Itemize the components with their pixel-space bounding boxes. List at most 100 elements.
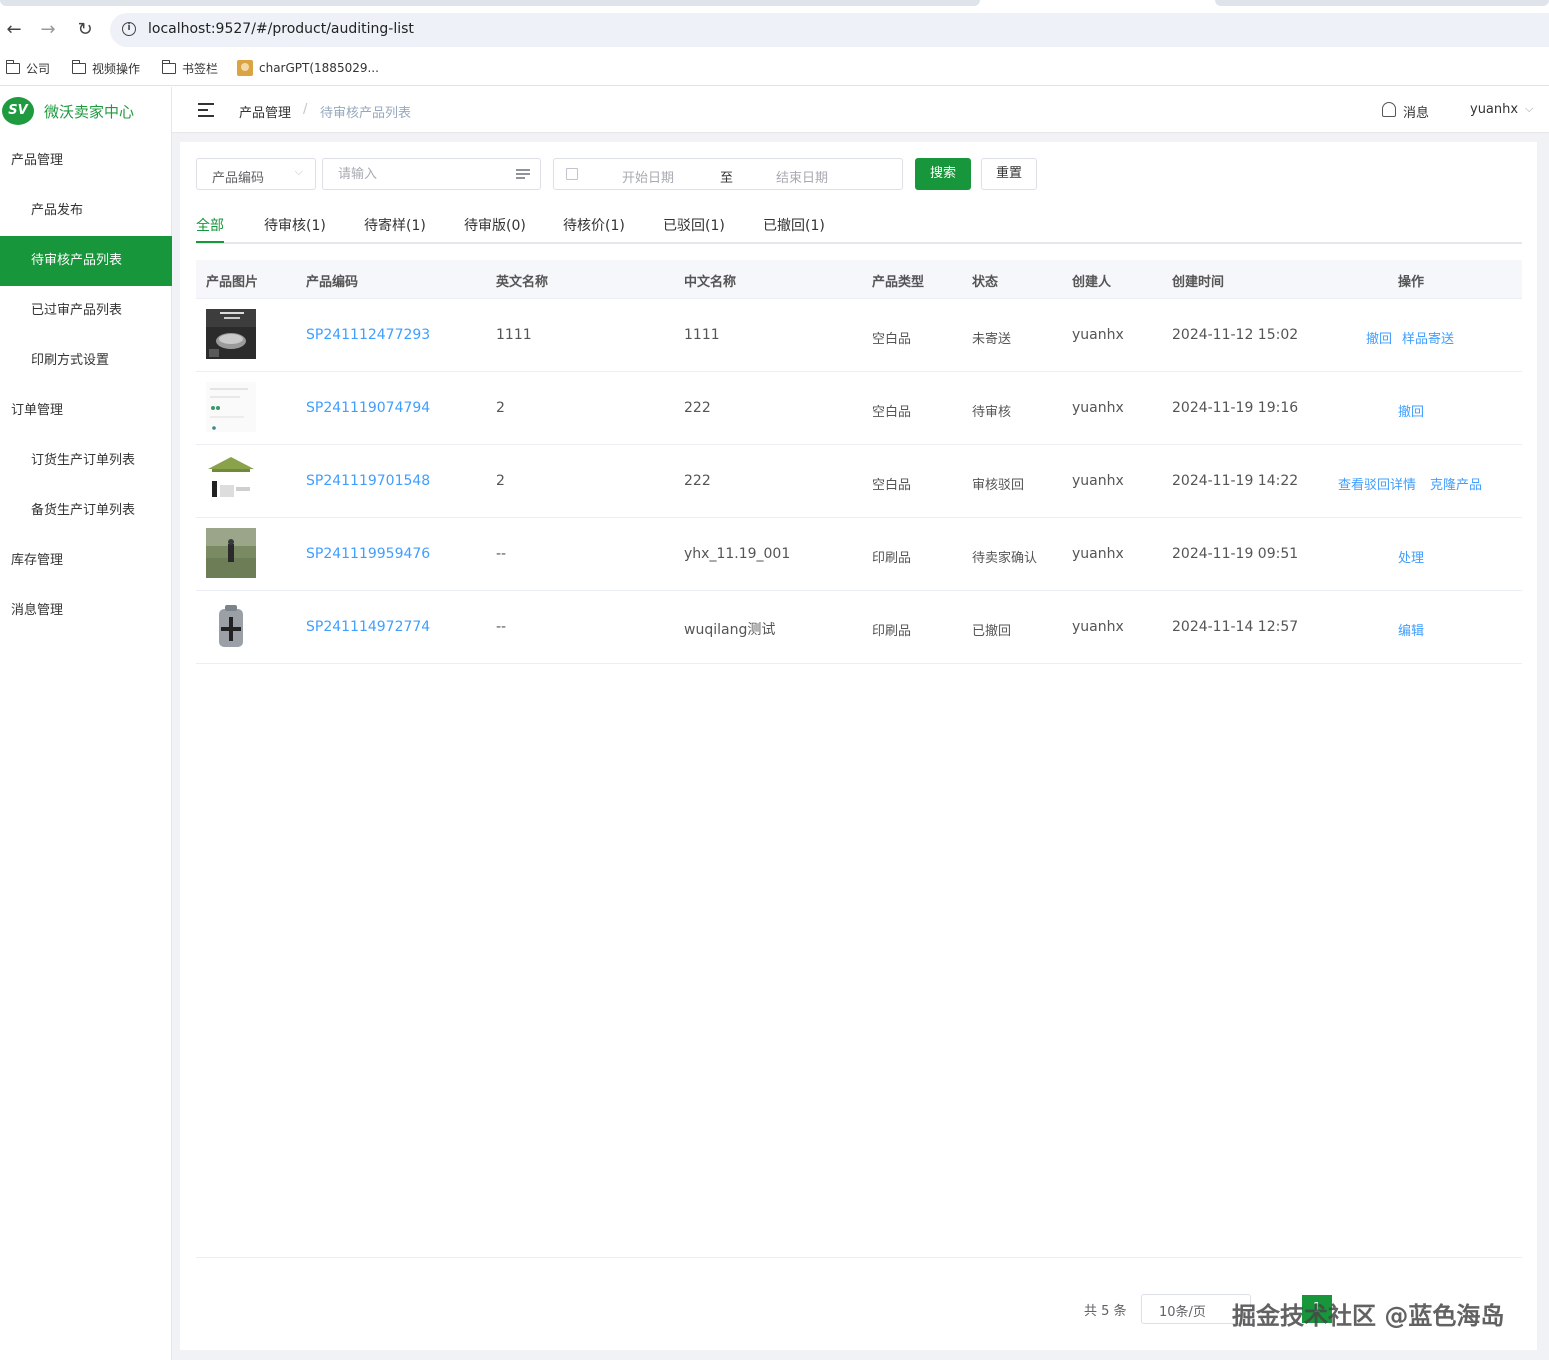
start-date-input[interactable]: 开始日期 xyxy=(622,167,674,186)
product-type: 印刷品 xyxy=(872,551,912,566)
product-code-link[interactable]: SP241119074794 xyxy=(306,400,430,416)
product-thumbnail[interactable] xyxy=(206,455,256,505)
tab-all[interactable]: 全部 xyxy=(196,215,224,235)
menu-item-product-publish[interactable]: 产品发布 xyxy=(0,186,172,236)
tab-withdrawn[interactable]: 已撤回(1) xyxy=(763,215,825,235)
bookmark-folder[interactable]: 公司 xyxy=(5,60,51,77)
logo[interactable]: SV 微沃卖家中心 xyxy=(0,87,172,133)
creator: yuanhx xyxy=(1072,400,1124,416)
date-range-picker[interactable]: 开始日期 至 结束日期 xyxy=(553,158,903,190)
menu-toggle-icon[interactable] xyxy=(198,103,214,117)
product-type: 空白品 xyxy=(872,405,912,420)
table-row: SP241119074794 2 222 空白品 待审核 yuanhx 2024… xyxy=(196,372,1522,445)
chinese-name: 1111 xyxy=(684,327,720,343)
table-header: 产品图片 产品编码 英文名称 中文名称 产品类型 状态 创建人 创建时间 操作 xyxy=(196,260,1522,299)
browser-tab[interactable] xyxy=(0,0,980,6)
reset-button[interactable]: 重置 xyxy=(981,158,1037,190)
column-header: 操作 xyxy=(1398,275,1425,290)
menu-item-pending-review[interactable]: 待审核产品列表 xyxy=(0,236,172,286)
status-text: 未寄送 xyxy=(972,332,1012,347)
process-link[interactable]: 处理 xyxy=(1398,547,1424,566)
english-name: 2 xyxy=(496,400,505,416)
created-time: 2024-11-19 19:16 xyxy=(1172,400,1299,416)
product-code-link[interactable]: SP241114972774 xyxy=(306,619,430,635)
bookmark-link[interactable]: charGPT(1885029... xyxy=(237,60,379,76)
top-navbar: 产品管理 / 待审核产品列表 消息 yuanhx ⌵ xyxy=(172,87,1549,133)
menu-item-print-settings[interactable]: 印刷方式设置 xyxy=(0,336,172,386)
menu-item-production-orders[interactable]: 订货生产订单列表 xyxy=(0,436,172,486)
keyword-input[interactable] xyxy=(323,159,513,189)
search-button[interactable]: 搜索 xyxy=(915,158,971,190)
bookmark-folder[interactable]: 书签栏 xyxy=(161,60,219,77)
tab-pending-sample[interactable]: 待寄样(1) xyxy=(364,215,426,235)
product-code-link[interactable]: SP241119701548 xyxy=(306,473,430,489)
logo-text: 微沃卖家中心 xyxy=(44,103,135,121)
send-sample-link[interactable]: 样品寄送 xyxy=(1402,328,1454,347)
chinese-name: wuqilang测试 xyxy=(684,622,776,638)
clone-product-link[interactable]: 克隆产品 xyxy=(1430,474,1482,493)
chinese-name: 222 xyxy=(684,473,711,489)
menu-group-messages[interactable]: 消息管理 xyxy=(0,586,172,636)
bookmark-label: 书签栏 xyxy=(182,62,219,76)
product-thumbnail[interactable] xyxy=(206,382,256,432)
sidebar: SV 微沃卖家中心 产品管理 产品发布 待审核产品列表 已过审产品列表 印刷方式… xyxy=(0,87,172,1360)
search-field-select[interactable]: 产品编码 ⌵ xyxy=(196,158,316,190)
end-date-input[interactable]: 结束日期 xyxy=(776,167,828,186)
chevron-down-icon[interactable]: ⌵ xyxy=(1525,102,1533,116)
product-thumbnail[interactable] xyxy=(206,528,256,578)
tab-pending-price[interactable]: 待核价(1) xyxy=(563,215,625,235)
address-bar[interactable]: i localhost:9527/#/product/auditing-list xyxy=(110,13,1549,47)
withdraw-link[interactable]: 撤回 xyxy=(1366,328,1392,347)
product-code-link[interactable]: SP241119959476 xyxy=(306,546,430,562)
edit-link[interactable]: 编辑 xyxy=(1398,620,1424,639)
created-time: 2024-11-19 09:51 xyxy=(1172,546,1299,562)
menu-group-orders[interactable]: 订单管理 xyxy=(0,386,172,436)
bell-icon[interactable] xyxy=(1382,102,1396,117)
user-menu[interactable]: yuanhx xyxy=(1470,102,1518,117)
bookmarks-bar: 公司 视频操作 书签栏 charGPT(1885029... xyxy=(0,52,1549,86)
product-type: 空白品 xyxy=(872,332,912,347)
pagination-total: 共 5 条 xyxy=(1084,1304,1127,1319)
product-thumbnail[interactable] xyxy=(206,601,256,651)
status-text: 已撤回 xyxy=(972,624,1012,639)
divider xyxy=(196,1257,1522,1258)
url-text[interactable]: localhost:9527/#/product/auditing-list xyxy=(148,21,414,37)
forward-icon[interactable]: → xyxy=(36,18,60,42)
product-thumbnail[interactable] xyxy=(206,309,256,359)
created-time: 2024-11-12 15:02 xyxy=(1172,327,1299,343)
logo-badge: SV xyxy=(2,97,34,125)
tab-pending-proof[interactable]: 待审版(0) xyxy=(464,215,526,235)
reload-icon[interactable]: ↻ xyxy=(73,18,97,42)
product-type: 印刷品 xyxy=(872,624,912,639)
site-info-icon[interactable]: i xyxy=(122,22,136,36)
menu-group-products[interactable]: 产品管理 xyxy=(0,136,172,186)
filter-lines-icon xyxy=(516,169,530,179)
tab-pending-review[interactable]: 待审核(1) xyxy=(264,215,326,235)
created-time: 2024-11-14 12:57 xyxy=(1172,619,1299,635)
breadcrumb-current: 待审核产品列表 xyxy=(320,106,412,121)
folder-icon xyxy=(161,60,176,74)
back-icon[interactable]: ← xyxy=(2,18,26,42)
browser-tab[interactable] xyxy=(1215,0,1549,6)
column-header: 产品图片 xyxy=(206,275,259,290)
breadcrumb-item[interactable]: 产品管理 xyxy=(239,102,291,121)
withdraw-link[interactable]: 撤回 xyxy=(1398,401,1424,420)
column-header: 中文名称 xyxy=(684,275,737,290)
menu-item-approved-products[interactable]: 已过审产品列表 xyxy=(0,286,172,336)
bookmark-folder[interactable]: 视频操作 xyxy=(71,60,141,77)
calendar-icon xyxy=(566,168,578,180)
tab-rejected[interactable]: 已驳回(1) xyxy=(663,215,725,235)
menu-group-inventory[interactable]: 库存管理 xyxy=(0,536,172,586)
english-name: 2 xyxy=(496,473,505,489)
view-rejection-link[interactable]: 查看驳回详情 xyxy=(1338,474,1416,493)
product-code-link[interactable]: SP241112477293 xyxy=(306,327,430,343)
created-time: 2024-11-19 14:22 xyxy=(1172,473,1299,489)
bookmark-label: 视频操作 xyxy=(92,62,141,76)
messages-link[interactable]: 消息 xyxy=(1403,102,1429,121)
column-header: 状态 xyxy=(972,275,999,290)
menu-item-stock-orders[interactable]: 备货生产订单列表 xyxy=(0,486,172,536)
tab-active-indicator xyxy=(196,241,224,243)
bookmark-label: charGPT(1885029... xyxy=(259,61,379,75)
page-size-value: 10条/页 xyxy=(1159,1305,1206,1320)
bookmark-label: 公司 xyxy=(26,62,51,76)
